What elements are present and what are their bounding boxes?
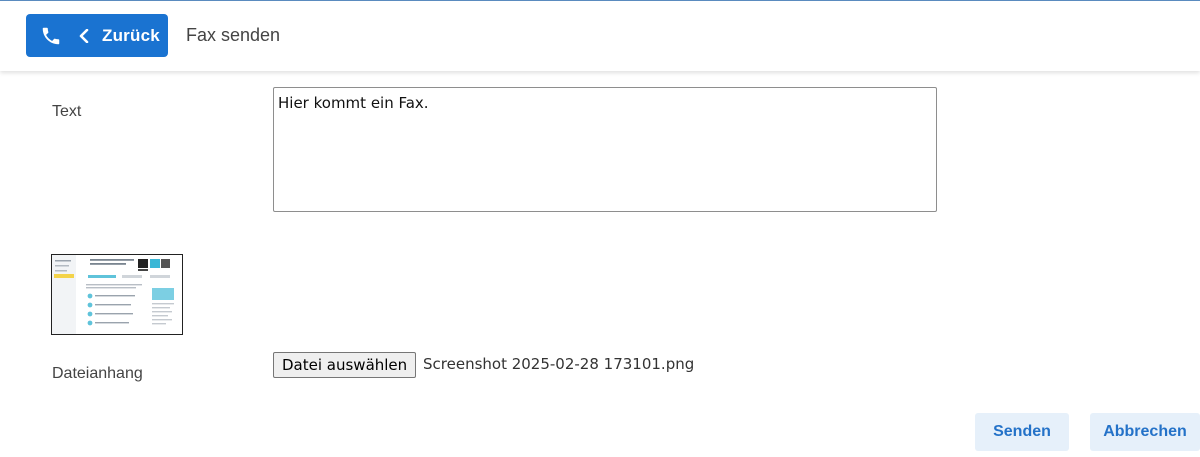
send-button[interactable]: Senden [975, 413, 1069, 451]
chevron-left-icon [79, 28, 89, 43]
cancel-button[interactable]: Abbrechen [1090, 413, 1200, 451]
top-bar: Zurück Fax senden [0, 0, 1200, 71]
back-button-label: Zurück [102, 25, 160, 45]
fax-text-input[interactable] [273, 87, 937, 212]
phone-icon [42, 27, 60, 44]
page-title: Fax senden [186, 25, 281, 45]
attachment-thumbnail [51, 254, 183, 335]
text-label: Text [52, 103, 82, 120]
back-button[interactable]: Zurück [26, 14, 168, 57]
attachment-label: Dateianhang [52, 365, 143, 382]
choose-file-button[interactable]: Datei auswählen [273, 352, 417, 378]
selected-file-name: Screenshot 2025-02-28 173101.png [423, 355, 695, 373]
